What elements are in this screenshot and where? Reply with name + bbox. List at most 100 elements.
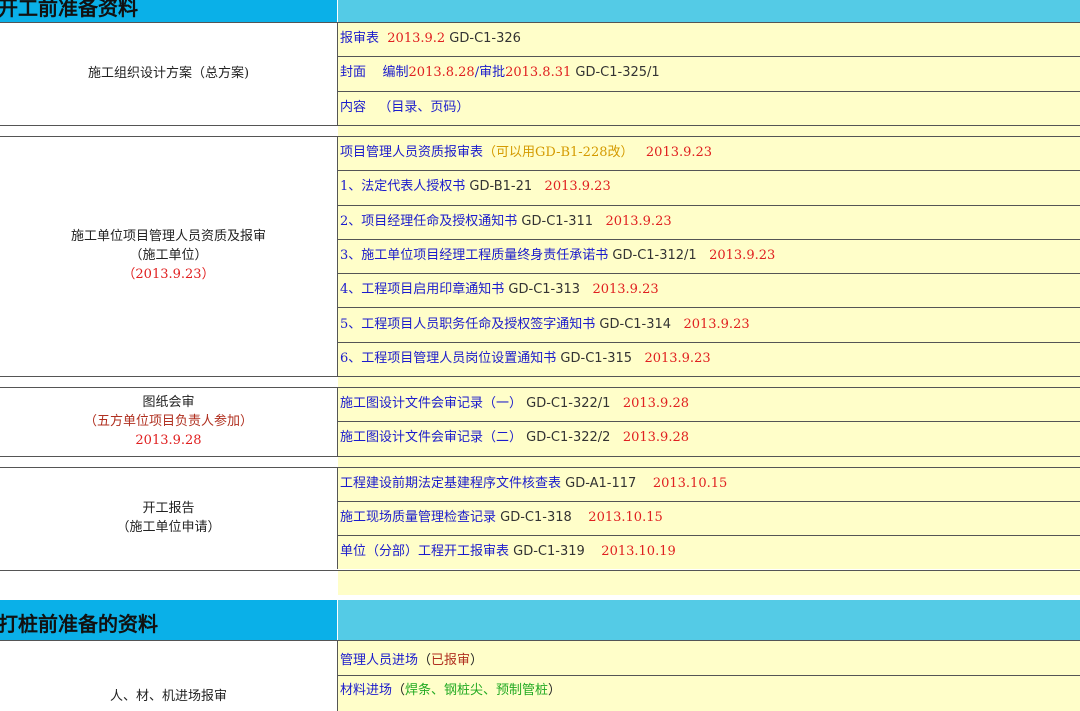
item-text-part: GD-C1-313 [504,282,581,298]
group-personnel-qualification-label: 施工单位项目管理人员资质及报审 （施工单位） （2013.9.23） [0,136,337,376]
group-start-report-label: 开工报告 （施工单位申请） [0,467,337,570]
document-item[interactable]: 内容 （目录、页码） [338,90,1080,118]
item-text-part: GD-C1-312/1 [608,247,697,263]
group-personnel-qualification-label-line: （2013.9.23） [122,267,215,283]
item-text-part: 2013.10.15 [636,475,728,491]
item-text-part: 2013.9.23 [671,316,750,332]
spacer-row-4 [0,570,1080,595]
row-divider [338,238,1080,240]
document-item[interactable]: 6、工程项目管理人员岗位设置通知书 GD-C1-315 2013.9.23 [338,341,1080,369]
document-item[interactable]: 材料进场（焊条、钢桩尖、预制管桩） [338,675,1080,701]
item-text-part: GD-C1-326 [445,31,521,47]
group-personnel-qualification-label-line: 施工单位项目管理人员资质及报审 [70,229,266,245]
section-header-1-title: 开工前准备资料 [0,0,138,20]
item-text-part: 2013.9.28 [610,396,689,412]
group-start-report-label-line: （施工单位申请） [116,520,221,536]
item-text-part: （ [392,683,406,698]
document-item[interactable]: 报审表 2013.9.2 GD-C1-326 [340,29,521,49]
item-text-part: 2013.9.2 [379,31,446,47]
group-start-report-top-border [0,466,1080,468]
section-header-2: 打桩前准备的资料 [0,600,1080,640]
document-item[interactable]: 施工图设计文件会审记录（二） GD-C1-322/2 2013.9.28 [338,421,1080,448]
spacer-row-2 [0,377,1080,387]
group-construction-plan: 施工组织设计方案（总方案) 报审表 2013.9.2 GD-C1-326 封面 编制… [0,22,1080,125]
group-entry-review-label: 人、材、机进场报审 [0,686,337,706]
group-construction-plan-label: 施工组织设计方案（总方案) [0,22,337,125]
item-text-part: 报审表 [340,31,380,47]
section-header-2-right [338,600,1080,640]
document-item[interactable]: 5、工程项目人员职务任命及授权签字通知书 GD-C1-314 2013.9.23 [338,307,1080,335]
section-header-2-title: 打桩前准备的资料 [0,612,158,636]
row-divider [338,675,1080,676]
spacer-row-3-right [338,456,1080,467]
document-item[interactable]: 管理人员进场（已报审） [340,651,483,671]
item-text-part: GD-B1-21 [465,179,533,195]
group-personnel-qualification-label-line: （施工单位） [129,248,208,264]
item-text-part: ） [470,653,484,668]
group-entry-review-label-line: 人、材、机进场报审 [109,688,227,704]
item-text-part: （可以用GD-B1-228改） [483,145,634,161]
item-text-part: 6、工程项目管理人员岗位设置通知书 [340,350,557,366]
item-text-part: 2013.9.23 [633,145,713,161]
row-divider [338,535,1080,537]
item-text-part: GD-C1-325/1 [571,65,660,81]
item-text-part: 施工图设计文件会审记录（一） [340,396,523,412]
document-item[interactable]: 4、工程项目启用印章通知书 GD-C1-313 2013.9.23 [338,273,1080,300]
spacer-row-3 [0,456,1080,467]
group-start-report-label-line: 开工报告 [142,501,195,517]
item-text-part: 施工图设计文件会审记录（二） [340,430,523,446]
item-text-part: GD-A1-117 [561,475,637,491]
spacer-row-1 [0,125,1080,136]
row-divider [338,170,1080,172]
document-item[interactable]: 施工现场质量管理检查记录 GD-C1-318 2013.10.15 [338,500,1080,528]
document-item[interactable]: 工程建设前期法定基建程序文件核查表 GD-A1-117 2013.10.15 [340,474,727,494]
item-text-part: 焊条、钢桩尖、预制管桩 [405,683,549,698]
item-text-part: /审批 [474,65,506,81]
item-text-part: 2013.9.23 [696,247,776,263]
document-item[interactable]: 2、项目经理任命及授权通知书 GD-C1-311 2013.9.23 [338,204,1080,232]
group-drawing-review-label: 图纸会审 （五方单位项目负责人参加） 2013.9.28 [0,387,337,456]
document-item[interactable]: 1、法定代表人授权书 GD-B1-21 2013.9.23 [338,170,1080,197]
row-divider [338,273,1080,275]
item-text-part: 2013.8.31 [505,65,572,81]
row-divider [338,500,1080,502]
group-drawing-review-label-line: （五方单位项目负责人参加） [83,413,253,429]
item-text-part: 封面 编制 [340,65,409,81]
item-text-part: 管理人员进场 [340,653,419,668]
group-construction-plan-label-line: 施工组织设计方案（总方案) [87,65,250,81]
item-text-part: GD-C1-311 [517,213,594,229]
section-header-1: 开工前准备资料 [0,0,1080,22]
spacer-row-1-right [338,125,1080,136]
document-item[interactable]: 项目管理人员资质报审表（可以用GD-B1-228改） 2013.9.23 [340,143,712,163]
item-text-part: 2013.10.19 [584,544,676,560]
row-divider [338,307,1080,309]
item-text-part: 项目管理人员资质报审表 [340,145,484,161]
item-text-part: 2013.9.23 [532,179,611,195]
group-start-report: 开工报告 （施工单位申请） 工程建设前期法定基建程序文件核查表 GD-A1-117 … [0,466,1080,570]
row-divider [338,56,1080,58]
item-text-part: GD-C1-319 [509,544,585,560]
document-item[interactable]: 施工图设计文件会审记录（一） GD-C1-322/1 2013.9.28 [340,394,689,414]
document-item[interactable]: 3、施工单位项目经理工程质量终身责任承诺书 GD-C1-312/1 2013.9… [338,238,1080,266]
group-drawing-review: 图纸会审 （五方单位项目负责人参加） 2013.9.28 施工图设计文件会审记录（一）… [0,387,1080,456]
group-personnel-qualification: 施工单位项目管理人员资质及报审 （施工单位） （2013.9.23） 项目管理人员资质… [0,135,1080,376]
item-text-part: GD-C1-315 [556,350,633,366]
document-item[interactable]: 单位（分部）工程开工报审表 GD-C1-319 2013.10.19 [338,535,1080,562]
item-text-part: 2013.10.15 [571,510,663,526]
item-text-part: 工程建设前期法定基建程序文件核查表 [340,475,562,491]
document-item[interactable]: 封面 编制2013.8.28/审批2013.8.31 GD-C1-325/1 [338,56,1080,83]
item-text-part: GD-C1-318 [496,510,572,526]
item-text-part: 1、法定代表人授权书 [340,179,466,195]
group-drawing-review-top-border [0,387,1080,388]
item-text-part: 2013.9.23 [632,350,711,366]
item-text-part: 内容 （目录、页码） [340,99,470,115]
group-drawing-review-label-line: 图纸会审 [142,394,195,410]
item-text-part: 2013.9.23 [593,213,672,229]
item-text-part: GD-C1-322/1 [522,396,611,412]
item-text-part: 2、项目经理任命及授权通知书 [340,213,518,229]
row-divider [338,204,1080,206]
row-divider [338,421,1080,423]
item-text-part: GD-C1-314 [595,316,672,332]
item-text-part: 4、工程项目启用印章通知书 [340,282,505,298]
item-text-part: 单位（分部）工程开工报审表 [340,544,510,560]
